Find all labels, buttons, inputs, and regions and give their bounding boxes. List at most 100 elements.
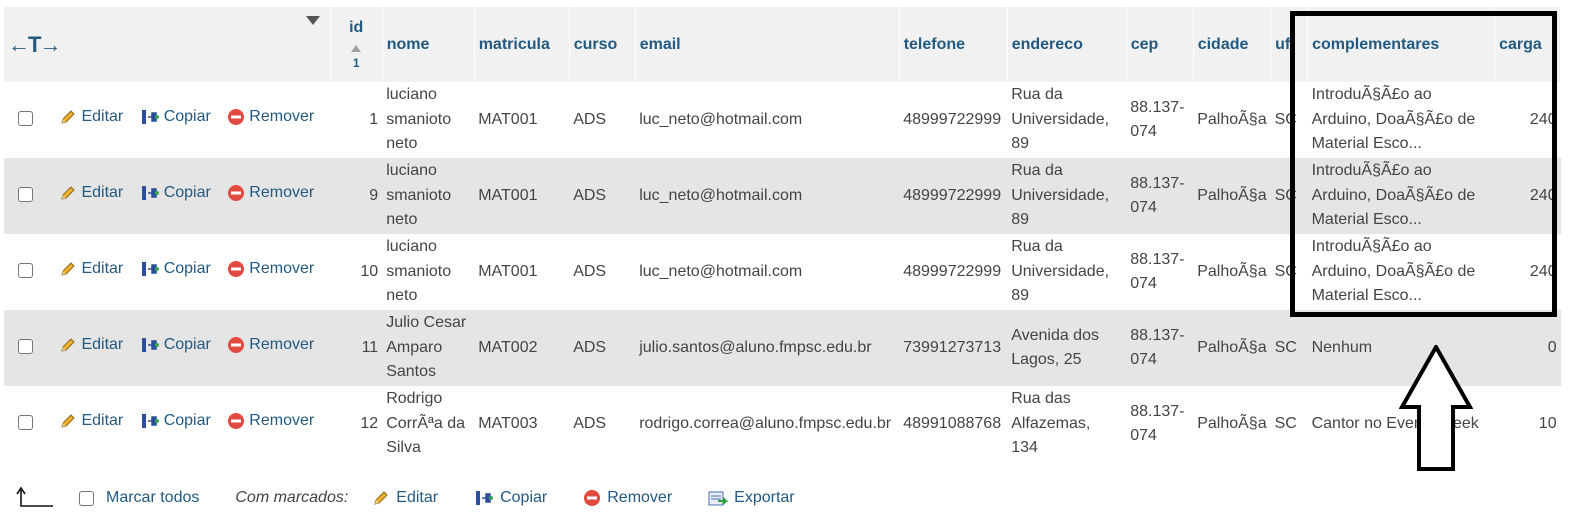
nome-line: CorrÃªa da: [386, 414, 466, 432]
col-header-email[interactable]: email: [635, 7, 900, 82]
cell-matricula: MAT001: [478, 262, 538, 280]
copy-icon: [141, 338, 159, 353]
endereco-line: 89: [1011, 287, 1029, 305]
cell-id: 11: [361, 338, 379, 356]
remove-label[interactable]: Remover: [249, 181, 314, 206]
remove-button[interactable]: Remover: [227, 181, 314, 206]
edit-label[interactable]: Editar: [81, 409, 123, 434]
col-header-matricula[interactable]: matricula: [474, 7, 570, 82]
row-checkbox[interactable]: [18, 187, 33, 203]
edit-button[interactable]: Editar: [59, 181, 123, 206]
table-row: Editar Copiar Remover 12 Rodrigo CorrÃªa …: [4, 386, 1561, 462]
bulk-copy-button[interactable]: Copiar: [474, 489, 547, 507]
edit-button[interactable]: Editar: [59, 257, 123, 282]
cell-matricula: MAT001: [478, 110, 538, 128]
endereco-line: 134: [1011, 439, 1038, 457]
remove-button[interactable]: Remover: [227, 105, 314, 130]
copy-button[interactable]: Copiar: [140, 257, 211, 282]
column-resize-icon[interactable]: ←T→: [8, 32, 61, 57]
remove-label[interactable]: Remover: [249, 105, 314, 130]
cell-curso: ADS: [573, 186, 607, 204]
edit-button[interactable]: Editar: [59, 409, 123, 434]
endereco-line: Rua das: [1011, 390, 1071, 408]
remove-button[interactable]: Remover: [227, 409, 314, 434]
check-all-label[interactable]: Marcar todos: [106, 489, 199, 507]
row-checkbox[interactable]: [18, 111, 33, 127]
copy-button[interactable]: Copiar: [140, 105, 211, 130]
row-checkbox[interactable]: [18, 415, 33, 431]
col-header-telefone[interactable]: telefone: [899, 7, 1008, 82]
copy-label[interactable]: Copiar: [164, 333, 211, 358]
copy-label[interactable]: Copiar: [164, 105, 211, 130]
cell-email: julio.santos@aluno.fmpsc.edu.br: [639, 338, 872, 356]
cell-uf: SC: [1274, 338, 1297, 356]
remove-icon: [228, 337, 245, 354]
bulk-remove-button[interactable]: Remover: [583, 489, 672, 507]
pencil-icon: [61, 186, 76, 201]
remove-icon: [228, 185, 245, 202]
row-actions: Editar Copiar Remover: [4, 158, 330, 234]
remove-button[interactable]: Remover: [227, 257, 314, 282]
cell-uf: SC: [1274, 414, 1297, 432]
col-header-cidade[interactable]: cidade: [1193, 7, 1272, 82]
row-checkbox[interactable]: [18, 263, 33, 279]
bulk-edit-button[interactable]: Editar: [372, 489, 438, 507]
col-header-curso[interactable]: curso: [569, 7, 636, 82]
copy-label[interactable]: Copiar: [164, 257, 211, 282]
copy-label[interactable]: Copiar: [164, 181, 211, 206]
check-all-checkbox[interactable]: [79, 490, 94, 506]
cell-cidade: PalhoÃ§a: [1197, 186, 1267, 204]
remove-label[interactable]: Remover: [249, 333, 314, 358]
bulk-export-button[interactable]: Exportar: [708, 489, 795, 507]
arrow-up-corner-icon: [16, 486, 53, 507]
col-header-nome[interactable]: nome: [382, 7, 475, 82]
cell-endereco: Avenida dos Lagos, 25: [1007, 310, 1126, 386]
col-header-endereco[interactable]: endereco: [1007, 7, 1127, 82]
remove-label[interactable]: Remover: [249, 409, 314, 434]
cell-id: 1: [369, 110, 379, 128]
edit-button[interactable]: Editar: [59, 105, 123, 130]
endereco-line: Lagos, 25: [1011, 351, 1082, 368]
cell-carga: 0: [1547, 338, 1557, 356]
cep-line: 074: [1130, 275, 1157, 292]
copy-button[interactable]: Copiar: [140, 333, 211, 358]
cell-cidade: PalhoÃ§a: [1197, 110, 1267, 128]
copy-icon: [141, 414, 159, 429]
remove-label[interactable]: Remover: [249, 257, 314, 282]
copy-button[interactable]: Copiar: [140, 409, 211, 434]
with-selected-label: Com marcados:: [235, 489, 349, 506]
edit-label[interactable]: Editar: [81, 333, 123, 358]
row-actions: Editar Copiar Remover: [4, 82, 330, 158]
bulk-remove-label[interactable]: Remover: [607, 489, 672, 507]
copy-label[interactable]: Copiar: [164, 409, 211, 434]
endereco-line: Alfazemas,: [1011, 414, 1091, 432]
copy-icon: [141, 110, 159, 125]
col-header-id[interactable]: id 1: [330, 7, 383, 82]
cell-matricula: MAT003: [478, 414, 538, 432]
bulk-edit-label[interactable]: Editar: [396, 489, 438, 507]
copy-button[interactable]: Copiar: [140, 181, 211, 206]
column-menu-icon[interactable]: [305, 16, 320, 25]
row-checkbox[interactable]: [18, 339, 33, 355]
cep-line: 074: [1130, 427, 1157, 444]
cell-curso: ADS: [573, 262, 607, 280]
bulk-export-label[interactable]: Exportar: [734, 489, 794, 507]
row-actions: Editar Copiar Remover: [4, 234, 330, 310]
endereco-line: 89: [1011, 211, 1029, 229]
col-header-id-label[interactable]: id: [349, 18, 363, 39]
sort-index: 1: [352, 55, 360, 70]
cell-cep: 88.137- 074: [1126, 310, 1193, 386]
nome-line: smanioto: [386, 186, 452, 204]
cep-line: 88.137-: [1130, 250, 1185, 268]
remove-button[interactable]: Remover: [227, 333, 314, 358]
bulk-copy-label[interactable]: Copiar: [500, 489, 547, 507]
edit-button[interactable]: Editar: [59, 333, 123, 358]
endereco-line: Rua da: [1011, 238, 1063, 256]
cell-telefone: 73991273713: [903, 338, 1002, 356]
cep-line: 88.137-: [1130, 174, 1185, 192]
nome-line: Silva: [386, 439, 421, 457]
edit-label[interactable]: Editar: [81, 257, 123, 282]
edit-label[interactable]: Editar: [81, 181, 123, 206]
col-header-cep[interactable]: cep: [1126, 7, 1194, 82]
edit-label[interactable]: Editar: [81, 105, 123, 130]
